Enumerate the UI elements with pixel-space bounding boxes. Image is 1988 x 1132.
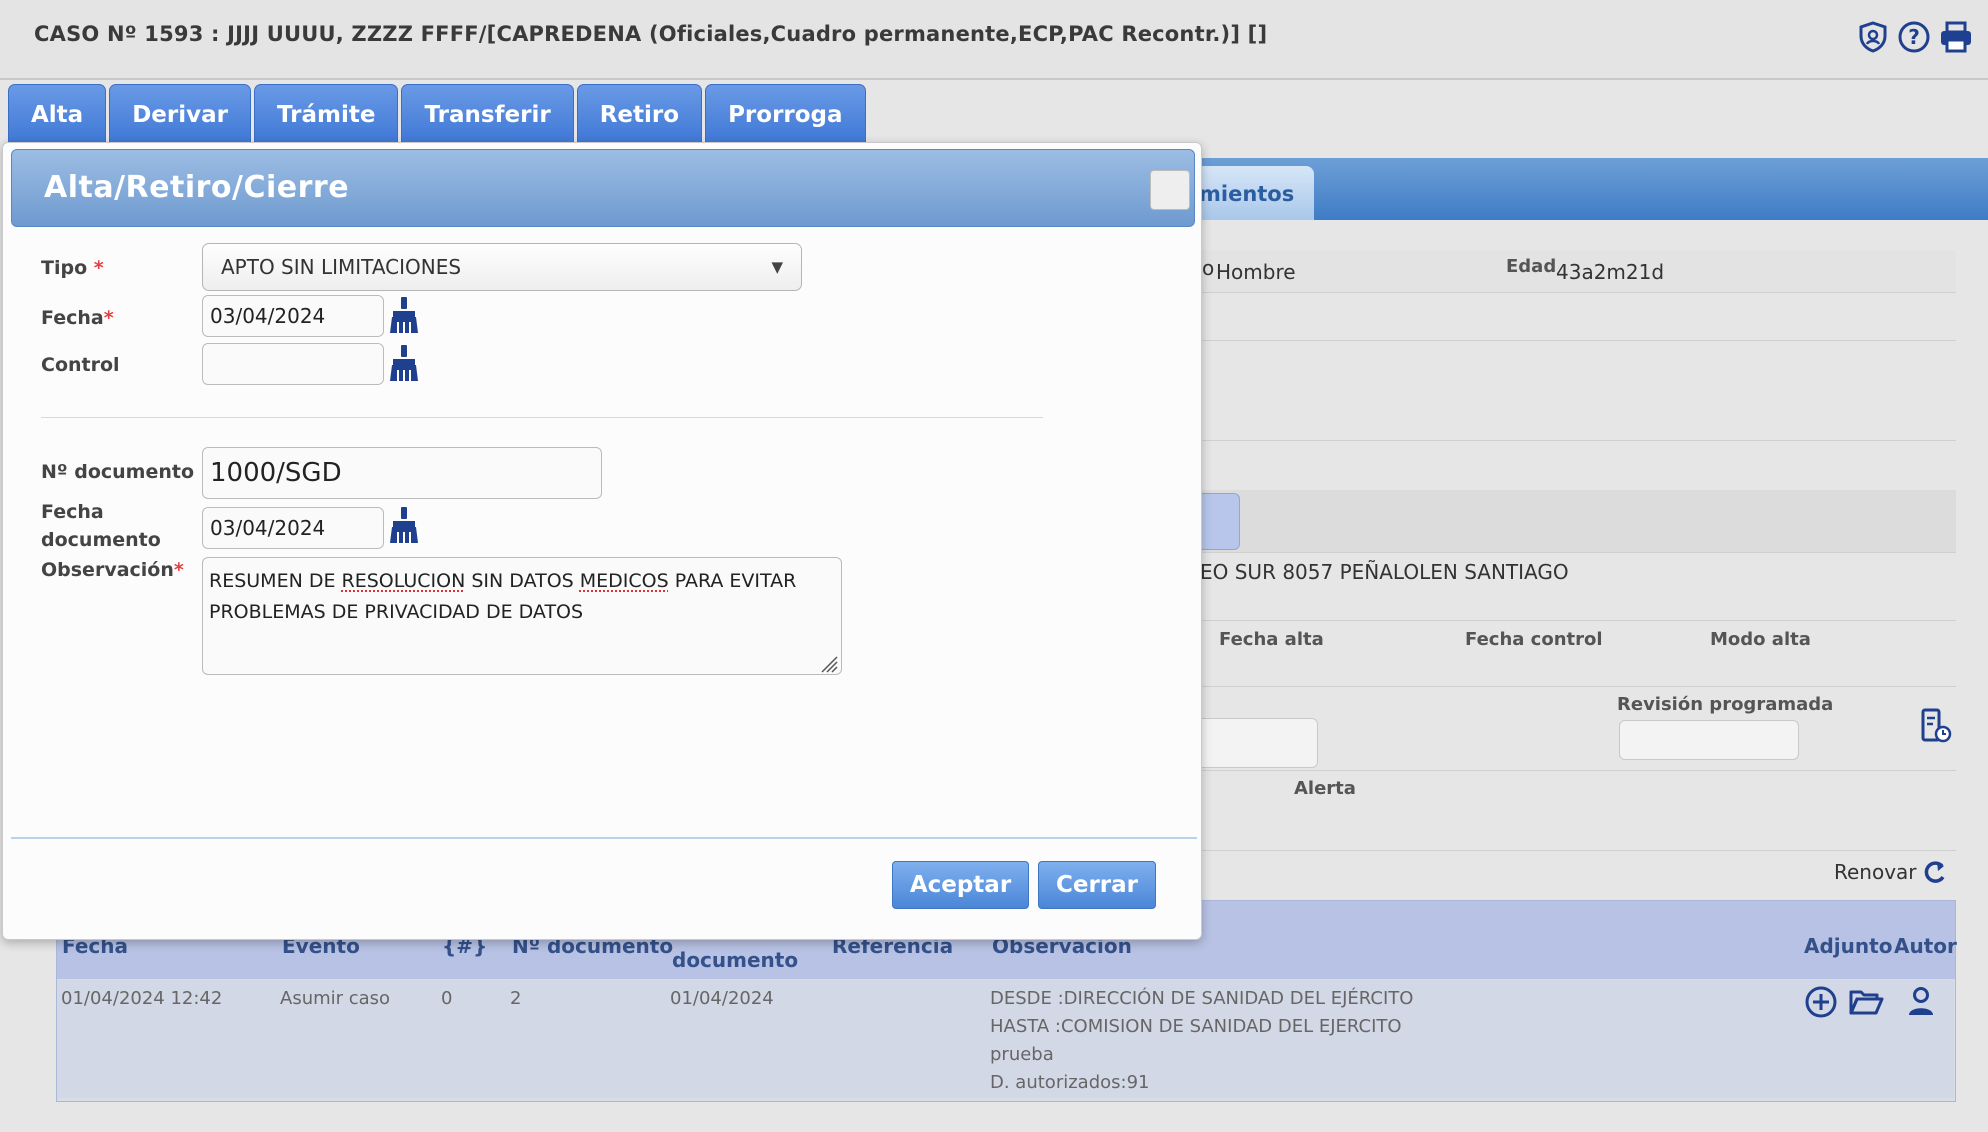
control-label: Control (41, 354, 120, 376)
age-label: Edad (1506, 256, 1557, 277)
accept-button[interactable]: Aceptar (892, 861, 1029, 909)
age-value: 43a2m21d (1556, 260, 1665, 284)
fecha-doc-label-line2: documento (41, 529, 161, 551)
section-divider (41, 417, 1043, 418)
row-obs-line-1: DESDE :DIRECCIÓN DE SANIDAD DEL EJÉRCITO (990, 988, 1414, 1009)
fecha-label: Fecha* (41, 307, 114, 329)
add-attachment-icon[interactable] (1804, 985, 1838, 1019)
tab-alta[interactable]: Alta (8, 84, 107, 143)
row-obs-line-4: D. autorizados:91 (990, 1072, 1150, 1093)
obs-text: PARA EVITAR (668, 570, 797, 592)
row-num: 0 (441, 988, 453, 1009)
clear-brush-icon[interactable] (387, 343, 421, 383)
obs-text: RESUMEN DE (209, 570, 342, 592)
tab-prorroga[interactable]: Prorroga (705, 84, 866, 143)
clear-brush-icon[interactable] (387, 295, 421, 335)
fecha-doc-label-line1: Fecha (41, 501, 104, 523)
action-tabs: Alta Derivar Trámite Transferir Retiro P… (8, 84, 869, 143)
refresh-icon[interactable] (1922, 858, 1948, 886)
svg-text:?: ? (1908, 25, 1920, 49)
bg-row-8 (1188, 686, 1956, 771)
obs-line-1: RESUMEN DE RESOLUCION SIN DATOS MEDICOS … (209, 566, 835, 597)
control-input[interactable] (202, 343, 384, 385)
ndoc-input[interactable]: 1000/SGD (202, 447, 602, 499)
obs-label-text: Observación (41, 559, 174, 581)
folder-open-icon[interactable] (1848, 986, 1884, 1018)
dialog-titlebar[interactable]: Alta/Retiro/Cierre (11, 149, 1195, 227)
row-fecha: 01/04/2024 12:42 (61, 988, 223, 1009)
tab-tramite[interactable]: Trámite (253, 84, 399, 143)
hist-col-autor: Autor (1894, 934, 1957, 958)
bg-row-7 (1188, 620, 1956, 687)
sex-label-partial: o (1202, 256, 1215, 280)
obs-text: SIN DATOS (465, 570, 580, 592)
bg-row-3 (1188, 340, 1956, 441)
tab-transferir[interactable]: Transferir (401, 84, 574, 143)
required-mark: * (103, 307, 114, 329)
ndoc-label: Nº documento (41, 461, 195, 483)
bg-row-5 (1188, 490, 1956, 553)
obs-line-2: PROBLEMAS DE PRIVACIDAD DE DATOS (209, 601, 584, 623)
bg-row-6 (1188, 552, 1956, 621)
fecha-label-text: Fecha (41, 307, 104, 329)
dialog-footer-divider (11, 837, 1197, 839)
bg-row-4 (1188, 440, 1956, 491)
tipo-label-text: Tipo (41, 257, 88, 279)
alta-retiro-dialog: Alta/Retiro/Cierre Tipo * APTO SIN LIMIT… (2, 142, 1202, 940)
hist-col-fecha-doc: documento (672, 948, 799, 972)
shield-icon[interactable] (1856, 20, 1890, 54)
renovar-label[interactable]: Renovar (1834, 860, 1917, 884)
case-header: CASO Nº 1593 : JJJJ UUUU, ZZZZ FFFF/[CAP… (0, 0, 1988, 80)
obs-text-misspelled: RESOLUCION (341, 570, 466, 592)
bg-row-2 (1188, 292, 1956, 341)
dialog-title: Alta/Retiro/Cierre (44, 170, 350, 205)
tipo-label: Tipo * (41, 257, 104, 279)
resize-handle-icon[interactable] (818, 652, 838, 673)
fecha-doc-input[interactable]: 03/04/2024 (202, 507, 384, 549)
tab-seguimientos[interactable]: mientos (1195, 166, 1314, 220)
close-button[interactable]: Cerrar (1038, 861, 1156, 909)
row-fecha-doc: 01/04/2024 (670, 988, 774, 1009)
obs-label: Observación* (41, 559, 184, 581)
obs-text-misspelled: MEDICOS (579, 570, 669, 592)
chevron-down-icon: ▼ (771, 258, 783, 276)
user-icon[interactable] (1906, 986, 1936, 1018)
fecha-input[interactable]: 03/04/2024 (202, 295, 384, 337)
case-title: CASO Nº 1593 : JJJJ UUUU, ZZZZ FFFF/[CAP… (34, 22, 1268, 46)
required-mark: * (173, 559, 184, 581)
row-ndoc: 2 (510, 988, 522, 1009)
row-obs-line-3: prueba (990, 1044, 1054, 1065)
tab-derivar[interactable]: Derivar (109, 84, 251, 143)
required-mark: * (93, 257, 104, 279)
row-obs-line-2: HASTA :COMISION DE SANIDAD DEL EJERCITO (990, 1016, 1402, 1037)
tipo-select-value: APTO SIN LIMITACIONES (221, 255, 462, 279)
tipo-select[interactable]: APTO SIN LIMITACIONES ▼ (202, 243, 802, 291)
bg-row-9 (1188, 770, 1956, 851)
sex-value: Hombre (1216, 260, 1296, 284)
dialog-close-button[interactable] (1150, 170, 1190, 210)
tab-retiro[interactable]: Retiro (576, 84, 703, 143)
clear-brush-icon[interactable] (387, 505, 421, 545)
row-evento: Asumir caso (280, 988, 391, 1009)
help-icon[interactable]: ? (1897, 20, 1931, 54)
observacion-textarea[interactable]: RESUMEN DE RESOLUCION SIN DATOS MEDICOS … (202, 557, 842, 675)
print-icon[interactable] (1938, 20, 1972, 54)
hist-col-adjunto: Adjunto (1804, 934, 1893, 958)
